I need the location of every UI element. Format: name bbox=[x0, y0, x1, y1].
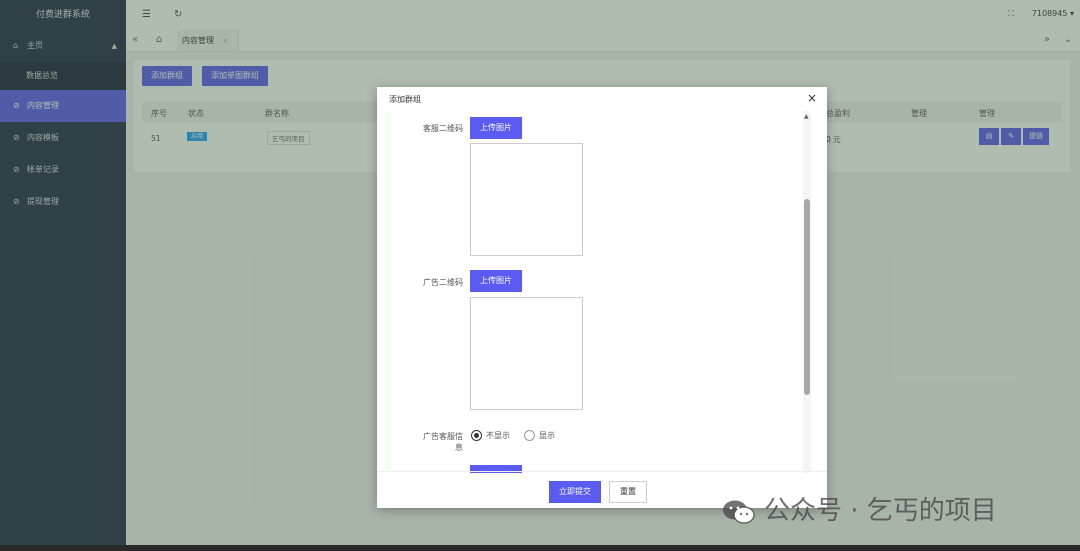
scrollbar[interactable]: ▲ bbox=[803, 111, 811, 473]
radio-hide[interactable]: 不显示 bbox=[471, 430, 510, 441]
submit-button[interactable]: 立即提交 bbox=[549, 481, 601, 503]
radio-selected-icon bbox=[471, 430, 482, 441]
ad-qr-preview bbox=[470, 297, 583, 410]
ad-qr-label: 广告二维码 bbox=[423, 278, 463, 287]
reset-button[interactable]: 重置 bbox=[609, 481, 647, 503]
ad-info-label: 广告客服信息 bbox=[423, 432, 463, 452]
close-icon[interactable]: × bbox=[807, 91, 817, 105]
service-qr-label: 客服二维码 bbox=[423, 124, 463, 133]
radio-unselected-icon bbox=[524, 430, 535, 441]
service-qr-preview bbox=[470, 143, 583, 256]
upload-service-qr-button[interactable]: 上传图片 bbox=[470, 117, 522, 139]
watermark: 公众号 · 乞丐的项目 bbox=[722, 490, 997, 527]
scrollbar-thumb[interactable] bbox=[804, 199, 810, 395]
modal-title: 添加群组 bbox=[389, 95, 421, 104]
scroll-up-icon[interactable]: ▲ bbox=[804, 113, 809, 120]
taskbar bbox=[0, 545, 1080, 551]
form-area: 客服二维码 上传图片 广告二维码 上传图片 广告客服信息 不显示 显示 bbox=[391, 111, 806, 473]
radio-show[interactable]: 显示 bbox=[524, 430, 555, 441]
modal-body: 客服二维码 上传图片 广告二维码 上传图片 广告客服信息 不显示 显示 ▲ bbox=[385, 111, 811, 473]
upload-ad-qr-button[interactable]: 上传图片 bbox=[470, 270, 522, 292]
wechat-icon bbox=[723, 500, 755, 524]
add-group-modal: 添加群组 × 客服二维码 上传图片 广告二维码 上传图片 广告客服信息 不显示 … bbox=[377, 87, 827, 508]
